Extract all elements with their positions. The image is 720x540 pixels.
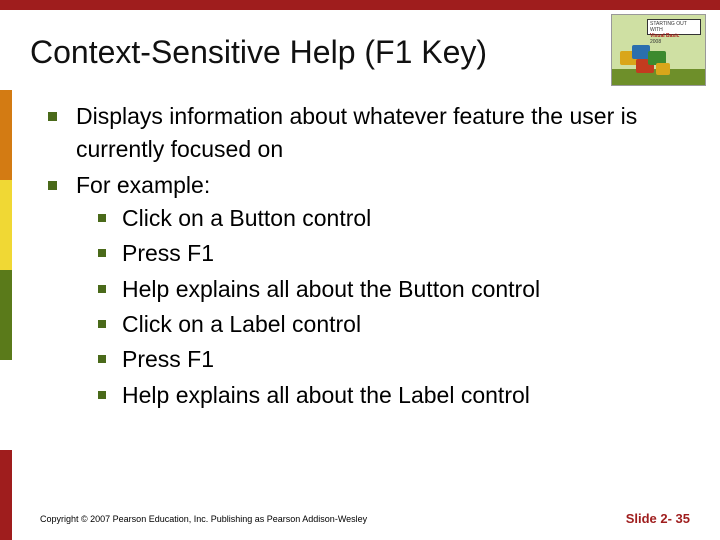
sub-bullet-text: Help explains all about the Label contro… [122, 382, 530, 408]
sub-bullet-text: Help explains all about the Button contr… [122, 276, 540, 302]
sub-bullet-text: Click on a Button control [122, 205, 371, 231]
sub-bullet-item: Press F1 [76, 343, 690, 376]
sub-bullet-text: Click on a Label control [122, 311, 361, 337]
sub-bullet-text: Press F1 [122, 346, 214, 372]
sub-bullet-item: Help explains all about the Button contr… [76, 273, 690, 306]
sub-bullet-item: Click on a Label control [76, 308, 690, 341]
sub-bullet-item: Press F1 [76, 237, 690, 270]
bullet-item: For example: Click on a Button control P… [40, 169, 690, 412]
slide-body: Displays information about whatever feat… [40, 100, 690, 414]
bullet-text: Displays information about whatever feat… [76, 103, 637, 162]
slide-number: Slide 2- 35 [626, 511, 690, 526]
sub-bullet-item: Help explains all about the Label contro… [76, 379, 690, 412]
sub-bullet-item: Click on a Button control [76, 202, 690, 235]
sub-bullet-text: Press F1 [122, 240, 214, 266]
book-cover-logo: STARTING OUT WITH Visual Basic 2008 [611, 14, 706, 86]
side-accent-stripes [0, 90, 12, 540]
slide: STARTING OUT WITH Visual Basic 2008 Cont… [0, 0, 720, 540]
bullet-text: For example: [76, 172, 210, 198]
logo-banner-line1: STARTING OUT WITH [650, 21, 698, 33]
bullet-item: Displays information about whatever feat… [40, 100, 690, 167]
slide-title: Context-Sensitive Help (F1 Key) [30, 34, 487, 71]
copyright-text: Copyright © 2007 Pearson Education, Inc.… [40, 514, 367, 524]
top-accent-bar [0, 0, 720, 10]
logo-banner-line3: 2008 [650, 39, 698, 45]
